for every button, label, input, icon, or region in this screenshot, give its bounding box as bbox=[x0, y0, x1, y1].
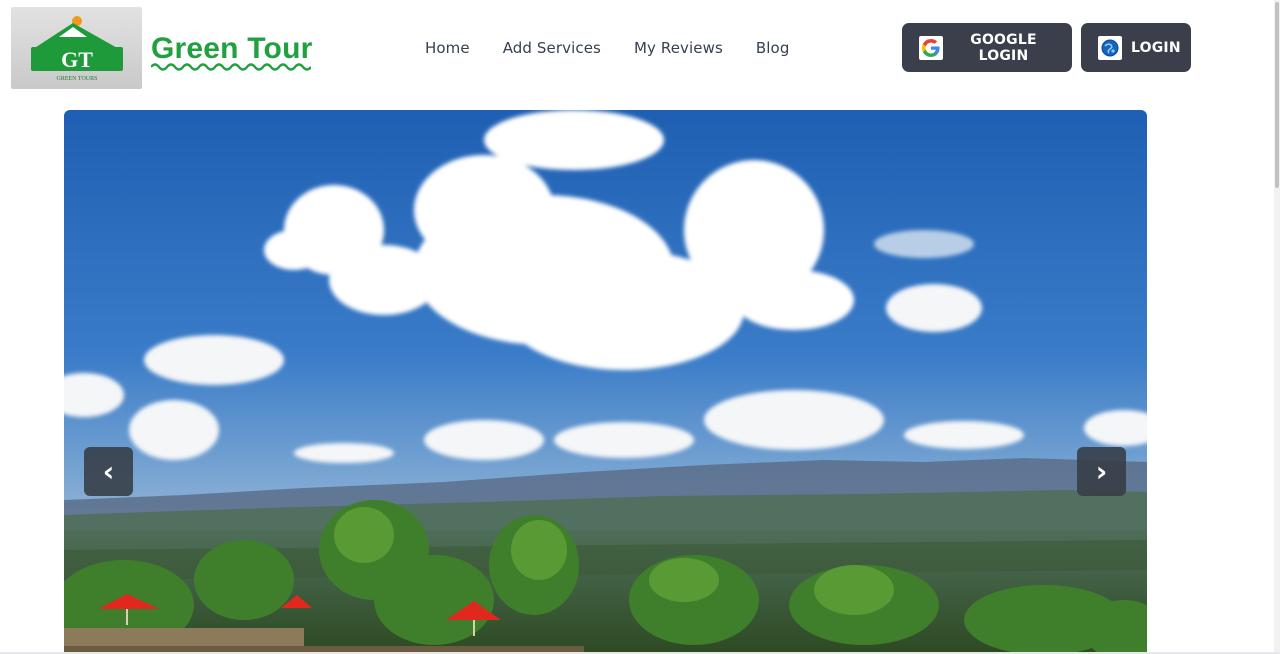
brand-logo[interactable]: GT GREEN TOURS bbox=[11, 7, 142, 89]
navbar: GT GREEN TOURS Green Tour Home Add Servi… bbox=[0, 0, 1280, 100]
chevron-right-icon: › bbox=[1095, 454, 1108, 488]
logo-caption: GREEN TOURS bbox=[57, 76, 98, 82]
login-label: LOGIN bbox=[1131, 39, 1181, 56]
globe-icon bbox=[1098, 35, 1122, 60]
brand-wave-underline bbox=[151, 63, 311, 71]
logo-emblem-icon: GT GREEN TOURS bbox=[31, 16, 123, 82]
google-login-label: GOOGLE LOGIN bbox=[970, 31, 1037, 64]
nav-links: Home Add Services My Reviews Blog bbox=[425, 38, 789, 58]
hero-landscape-image bbox=[64, 110, 1147, 654]
carousel-next-button[interactable]: › bbox=[1077, 447, 1126, 496]
scrollbar-thumb[interactable] bbox=[1275, 2, 1279, 188]
hero-carousel: ‹ › bbox=[64, 110, 1147, 654]
logo-monogram: GT bbox=[61, 47, 93, 72]
google-icon bbox=[919, 35, 943, 60]
chevron-left-icon: ‹ bbox=[102, 454, 115, 488]
google-login-button[interactable]: GOOGLE LOGIN bbox=[902, 23, 1072, 72]
page-scrollbar[interactable] bbox=[1274, 0, 1280, 654]
nav-link-my-reviews[interactable]: My Reviews bbox=[634, 38, 723, 58]
nav-link-home[interactable]: Home bbox=[425, 38, 470, 58]
brand-name[interactable]: Green Tour bbox=[151, 32, 312, 66]
nav-link-add-services[interactable]: Add Services bbox=[503, 38, 601, 58]
carousel-prev-button[interactable]: ‹ bbox=[84, 447, 133, 496]
login-button[interactable]: LOGIN bbox=[1081, 23, 1191, 72]
nav-link-blog[interactable]: Blog bbox=[756, 38, 790, 58]
